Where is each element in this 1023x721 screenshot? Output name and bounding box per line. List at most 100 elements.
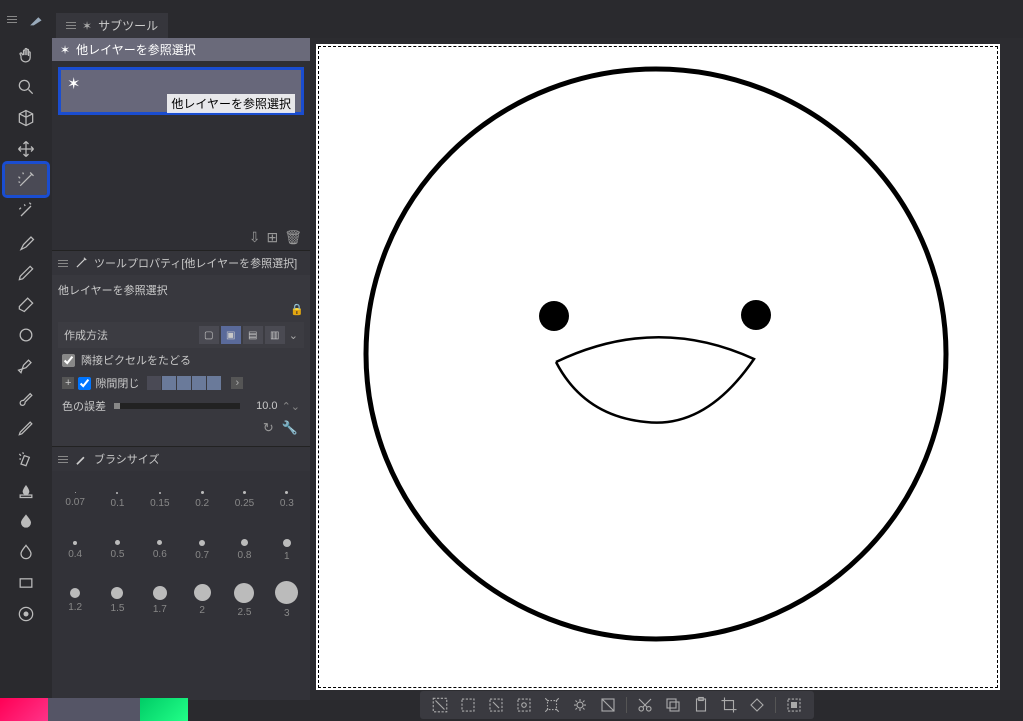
brush-size-item[interactable]: 0.6 (139, 525, 181, 575)
lasso-icon[interactable] (514, 695, 534, 715)
foreground-color-swatch[interactable] (0, 698, 48, 721)
stepper-icon[interactable]: ⌃⌄ (282, 400, 300, 413)
brush-size-item[interactable]: 0.8 (223, 525, 265, 575)
tool-property-panel: ツールプロパティ[他レイヤーを参照選択] 他レイヤーを参照選択 🔒 作成方法 ▢… (52, 250, 310, 446)
wand-icon (74, 256, 88, 270)
sparkle-icon: ✶ (60, 43, 70, 57)
reset-icon[interactable]: ↻ (263, 420, 274, 436)
invert-icon[interactable] (598, 695, 618, 715)
subtool-group-header[interactable]: ✶ 他レイヤーを参照選択 (52, 38, 310, 61)
subtool-panel: ✶ 他レイヤーを参照選択 ✶ 他レイヤーを参照選択 ⇩ ⊞ 🗑 (52, 38, 310, 250)
pen-tool[interactable] (5, 257, 47, 288)
creation-method-row: 作成方法 ▢ ▣ ▤ ▥ ⌄ (58, 322, 304, 348)
brush-size-item[interactable]: 2.5 (223, 575, 265, 625)
chevron-right-icon[interactable]: › (231, 377, 243, 389)
gap-close-row: + 隙間閉じ › (58, 372, 304, 394)
magic-wand-tool[interactable] (5, 195, 47, 226)
gap-close-checkbox[interactable] (78, 377, 91, 390)
brush-size-item[interactable]: 0.25 (223, 475, 265, 525)
brush-size-item[interactable]: 0.07 (54, 475, 96, 525)
brush-size-item[interactable]: 0.4 (54, 525, 96, 575)
paste-icon[interactable] (691, 695, 711, 715)
save-sel-icon[interactable] (784, 695, 804, 715)
lock-icon[interactable]: 🔒 (290, 303, 304, 316)
subtool-tab-label: サブツール (98, 17, 158, 34)
text-tool[interactable] (5, 598, 47, 629)
cut-icon[interactable] (635, 695, 655, 715)
mode-add-icon[interactable]: ▣ (221, 326, 241, 344)
fill-tool[interactable] (5, 505, 47, 536)
gap-close-levels[interactable] (147, 376, 221, 390)
brush-size-item[interactable]: 0.5 (96, 525, 138, 575)
brush-icon (74, 452, 88, 466)
color-mid-swatch[interactable] (48, 698, 140, 721)
color-tolerance-row: 色の誤差 10.0 ⌃⌄ (58, 394, 304, 418)
brush-tool[interactable] (5, 381, 47, 412)
menu-icon (66, 22, 76, 29)
color-strip[interactable] (0, 698, 188, 721)
brush-size-item[interactable]: 1.7 (139, 575, 181, 625)
brush-size-item[interactable]: 0.3 (266, 475, 308, 525)
tolerance-slider[interactable] (114, 403, 240, 409)
menu-icon[interactable] (58, 260, 68, 267)
brush-size-item[interactable]: 0.2 (181, 475, 223, 525)
adjacent-pixels-checkbox[interactable] (62, 354, 75, 367)
chevron-down-icon[interactable]: ⌄ (289, 329, 298, 342)
main-menu-icon[interactable] (7, 16, 17, 23)
transform-tool[interactable] (5, 133, 47, 164)
brush-size-item[interactable]: 1 (266, 525, 308, 575)
background-color-swatch[interactable] (140, 698, 188, 721)
duplicate-icon[interactable]: ⊞ (266, 229, 278, 246)
wrench-icon[interactable]: 🔧 (282, 420, 298, 436)
mode-new-icon[interactable]: ▢ (199, 326, 219, 344)
property-subtitle: 他レイヤーを参照選択 (58, 279, 304, 301)
brush-size-grid: 0.070.10.150.20.250.3 0.40.50.60.70.81 1.2… (52, 471, 310, 629)
shrink-icon[interactable] (542, 695, 562, 715)
marker-tool[interactable] (5, 350, 47, 381)
expand-icon[interactable] (570, 695, 590, 715)
crop-icon[interactable] (719, 695, 739, 715)
brush-size-item[interactable]: 0.7 (181, 525, 223, 575)
auto-select-tool[interactable] (5, 164, 47, 195)
eyedropper-tool[interactable] (5, 226, 47, 257)
eraser-tool[interactable] (5, 288, 47, 319)
app-header: ✶ サブツール (0, 0, 1023, 38)
export-icon[interactable]: ⇩ (249, 229, 261, 246)
wand-large-icon: ✶ (67, 74, 295, 94)
canvas-area (310, 38, 1023, 700)
fill-sel-icon[interactable] (747, 695, 767, 715)
brush-size-item[interactable]: 2 (181, 575, 223, 625)
mode-sub-icon[interactable]: ▤ (243, 326, 263, 344)
brush-size-item[interactable]: 3 (266, 575, 308, 625)
adjacent-pixels-row: 隣接ピクセルをたどる (58, 348, 304, 372)
poly-select-icon[interactable] (486, 695, 506, 715)
pencil-tool[interactable] (5, 412, 47, 443)
brush-size-item[interactable]: 1.5 (96, 575, 138, 625)
subtool-tab[interactable]: ✶ サブツール (56, 13, 168, 38)
deselect-icon[interactable] (430, 695, 450, 715)
subtool-item-selected[interactable]: ✶ 他レイヤーを参照選択 (58, 67, 304, 115)
brush-size-item[interactable]: 0.15 (139, 475, 181, 525)
rect-tool[interactable] (5, 567, 47, 598)
brush-size-item[interactable]: 0.1 (96, 475, 138, 525)
trash-icon[interactable]: 🗑 (284, 229, 302, 246)
brush-size-panel: ブラシサイズ 0.070.10.150.20.250.30.40.50.60.7… (52, 446, 310, 700)
shape-tool[interactable] (5, 319, 47, 350)
brush-header-icon (29, 11, 45, 27)
move-tool[interactable] (5, 40, 47, 71)
expand-toggle-icon[interactable]: + (62, 377, 74, 389)
blend-tool[interactable] (5, 474, 47, 505)
3d-tool[interactable] (5, 102, 47, 133)
selection-toolbar (420, 691, 814, 719)
menu-icon[interactable] (58, 456, 68, 463)
main-toolbar (0, 38, 52, 700)
copy-icon[interactable] (663, 695, 683, 715)
rect-select-icon[interactable] (458, 695, 478, 715)
zoom-tool[interactable] (5, 71, 47, 102)
brush-size-item[interactable]: 1.2 (54, 575, 96, 625)
airbrush-tool[interactable] (5, 443, 47, 474)
mode-intersect-icon[interactable]: ▥ (265, 326, 285, 344)
canvas[interactable] (316, 44, 1000, 690)
blur-tool[interactable] (5, 536, 47, 567)
wand-icon: ✶ (82, 19, 92, 33)
